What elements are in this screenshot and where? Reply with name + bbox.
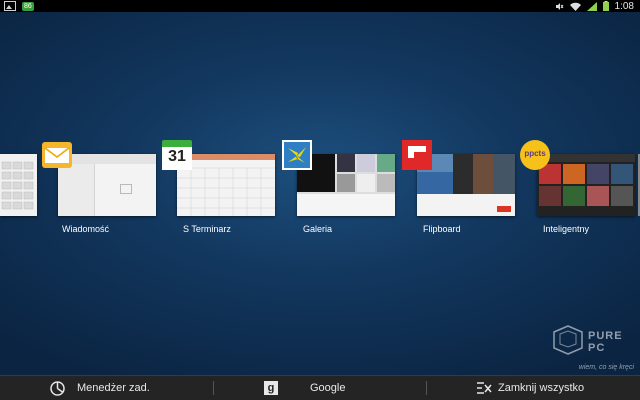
close-all-icon: [477, 382, 492, 394]
app-label: Wiadomość: [62, 224, 110, 234]
watermark-logo: PURE PC wiem, co się kręci: [550, 324, 634, 374]
recent-app-calendar[interactable]: 31 S Terminarz: [160, 140, 284, 240]
battery-icon: [602, 1, 609, 11]
mute-icon: [555, 2, 563, 10]
watermark-tagline: wiem, co się kręci: [578, 364, 634, 371]
app-label: Galeria: [303, 224, 333, 234]
calendar-date: 31: [168, 148, 186, 165]
smart-icon: ppcts: [520, 140, 550, 170]
partial-app-thumbnail[interactable]: [0, 154, 37, 216]
app-label: Inteligentny: [543, 224, 590, 234]
close-all-label: Zamknij wszystko: [498, 382, 585, 394]
recent-app-flipboard[interactable]: Flipboard: [400, 140, 524, 240]
notification-badge: 86: [22, 1, 34, 11]
calendar-icon: 31: [162, 140, 192, 170]
watermark-brand: PURE PC: [588, 330, 623, 354]
google-button[interactable]: g Google: [264, 376, 345, 400]
image-notification-icon: [4, 1, 16, 11]
messages-icon: [42, 140, 72, 170]
recent-app-messages[interactable]: Wiadomość: [40, 140, 164, 240]
app-thumbnail: [58, 154, 156, 216]
clock: 1:08: [614, 0, 634, 12]
pie-chart-icon: [50, 380, 65, 396]
task-manager-button[interactable]: Menedżer zad.: [50, 376, 150, 400]
smart-icon-text: ppcts: [524, 149, 546, 158]
bottom-action-bar: Menedżer zad. g Google Zamknij wszystko: [0, 375, 640, 400]
divider: [426, 381, 427, 395]
close-all-button[interactable]: Zamknij wszystko: [476, 376, 584, 400]
wifi-icon: [569, 2, 581, 11]
app-label: S Terminarz: [183, 224, 231, 234]
status-bar: 86 1:08: [0, 0, 640, 12]
google-icon: g: [264, 381, 278, 395]
task-manager-label: Menedżer zad.: [77, 382, 150, 394]
app-label: Flipboard: [423, 224, 461, 234]
google-label: Google: [310, 382, 346, 394]
recent-app-smart[interactable]: ppcts Inteligentny: [520, 140, 640, 240]
signal-icon: [586, 1, 597, 11]
recent-app-gallery[interactable]: Galeria: [280, 140, 404, 240]
recent-apps-strip: Wiadomość 31 S Terminarz Galeria Flipboa…: [0, 140, 640, 250]
gallery-icon: [282, 140, 312, 170]
app-thumbnail: [537, 154, 635, 216]
divider: [213, 381, 214, 395]
flipboard-icon: [402, 140, 432, 170]
